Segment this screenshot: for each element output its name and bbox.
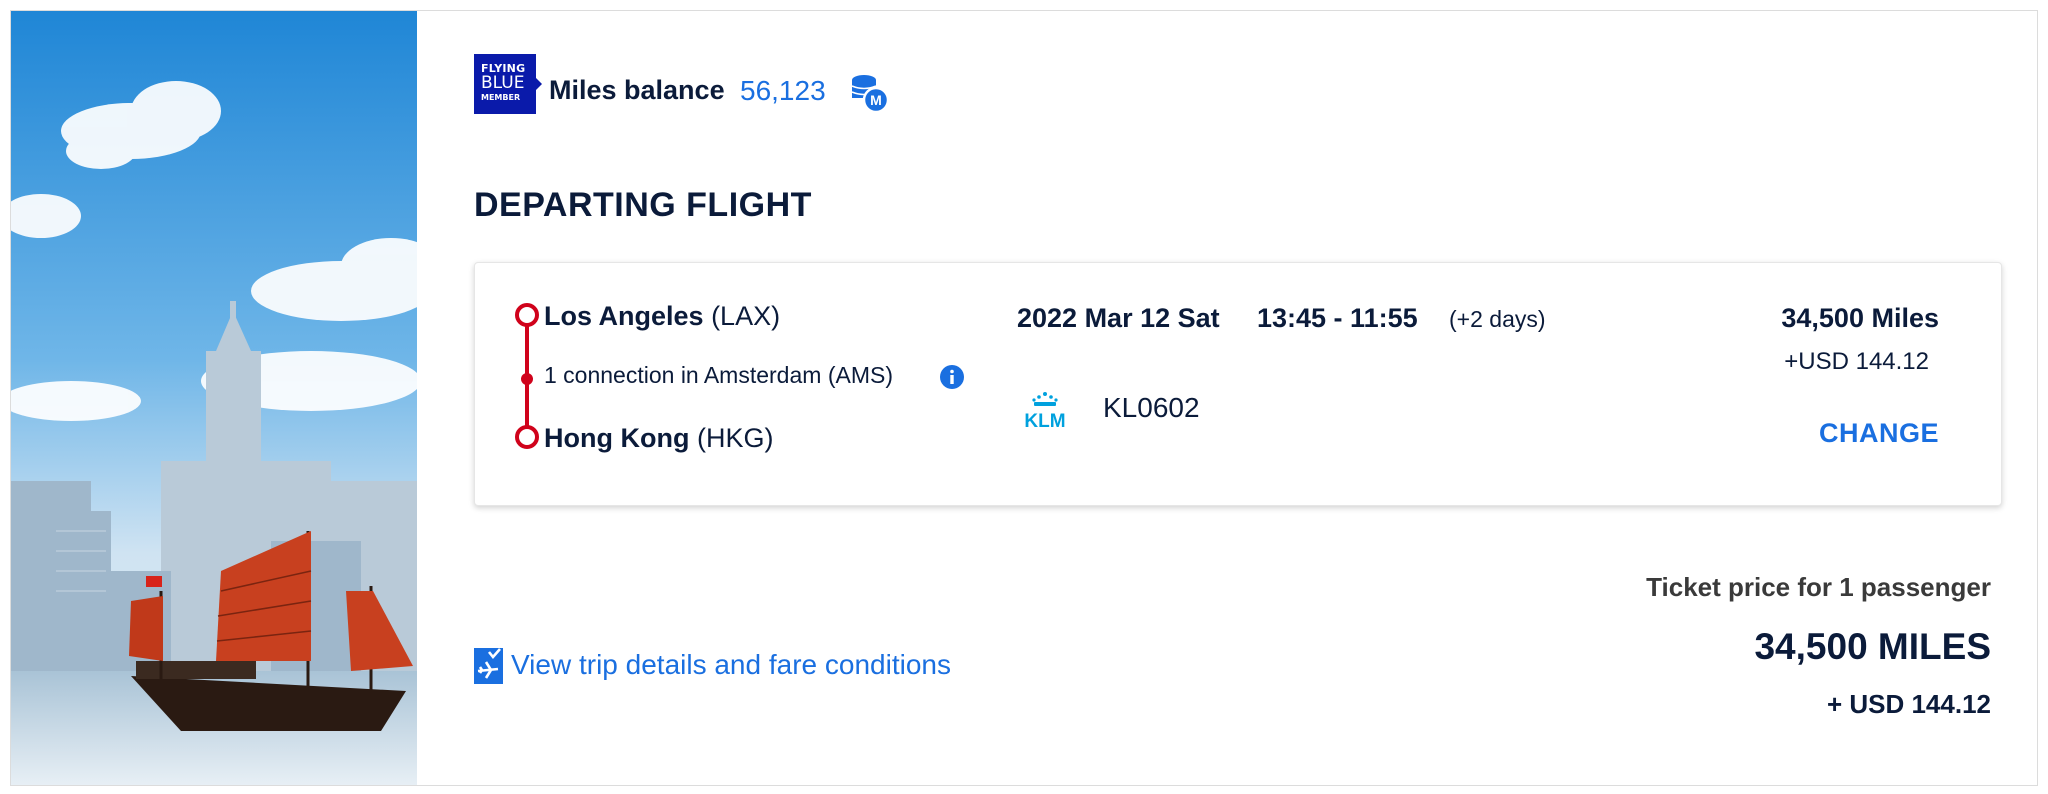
flight-date: 2022 Mar 12 Sat (1017, 303, 1220, 333)
origin-airport-code: (LAX) (711, 301, 781, 331)
klm-logo-text: KLM (1024, 411, 1065, 429)
ticket-price-miles: 34,500 MILES (1754, 626, 1991, 667)
logo-text-line2: BLUE (481, 73, 525, 93)
trip-details-label: View trip details and fare conditions (511, 649, 951, 680)
connection-text: 1 connection in Amsterdam (AMS) (544, 362, 893, 388)
flight-price-miles: 34,500 Miles (1781, 303, 1939, 333)
destination-dot (515, 425, 539, 449)
section-title: DEPARTING FLIGHT (474, 186, 812, 224)
flight-summary-card: FLYING BLUE MEMBER Miles balance 56,123 … (10, 10, 2038, 786)
ticket-price-label: Ticket price for 1 passenger (1646, 572, 1991, 602)
ticket-price-usd: + USD 144.12 (1826, 689, 1991, 719)
departing-flight-card: Los Angeles (LAX) 1 connection in Amster… (474, 262, 2002, 506)
flight-price-usd: +USD 144.12 (1784, 348, 1929, 375)
origin-city-name: Los Angeles (544, 301, 704, 331)
trip-details-icon (474, 648, 503, 684)
flying-blue-logo: FLYING BLUE MEMBER (474, 54, 542, 114)
destination-city: Hong Kong (HKG) (544, 423, 773, 454)
day-offset: (+2 days) (1449, 306, 1546, 332)
change-flight-button[interactable]: CHANGE (1819, 418, 1939, 449)
miles-balance-value: 56,123 (740, 75, 826, 106)
destination-hero-image (11, 11, 417, 785)
destination-airport-code: (HKG) (696, 423, 774, 453)
origin-dot (515, 303, 539, 327)
flight-times: 13:45 - 11:55 (1257, 303, 1418, 333)
miles-balance-label: Miles balance (549, 75, 725, 105)
svg-text:M: M (870, 92, 882, 108)
klm-logo-icon: KLM (1024, 392, 1066, 429)
miles-coins-icon: M (851, 75, 890, 114)
flight-number: KL0602 (1103, 392, 1200, 423)
origin-city: Los Angeles (LAX) (544, 301, 780, 332)
info-icon[interactable] (939, 364, 965, 390)
main-content: FLYING BLUE MEMBER Miles balance 56,123 … (417, 11, 2037, 785)
logo-text-line3: MEMBER (481, 93, 521, 102)
destination-city-name: Hong Kong (544, 423, 690, 453)
connection-dot (521, 373, 533, 385)
